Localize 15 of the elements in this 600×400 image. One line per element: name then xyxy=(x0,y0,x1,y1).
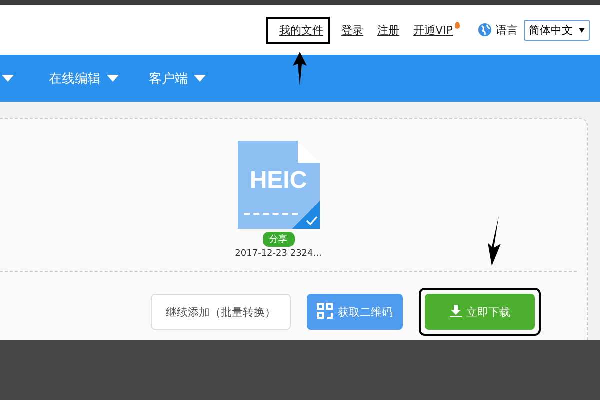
download-icon xyxy=(450,304,462,320)
language-select[interactable]: 简体中文 xyxy=(524,20,590,40)
annotation-arrow xyxy=(488,216,502,266)
header-link[interactable]: 登录 xyxy=(340,20,366,40)
header-link[interactable]: 注册 xyxy=(376,20,402,40)
file-name: 2017-12-23 2324... xyxy=(235,249,322,259)
nav-menu-caret-icon[interactable] xyxy=(0,75,14,82)
heic-file-icon: HEIC xyxy=(238,141,320,229)
header-link[interactable]: 开通VIP xyxy=(412,20,455,40)
header-link[interactable]: 我的文件 xyxy=(266,16,330,44)
annotation-arrow xyxy=(293,52,307,86)
language-label: 语言 xyxy=(496,22,518,38)
globe-icon xyxy=(478,23,492,37)
add-more-button[interactable]: 继续添加（批量转换） xyxy=(151,294,291,330)
qr-code-icon xyxy=(317,302,333,322)
